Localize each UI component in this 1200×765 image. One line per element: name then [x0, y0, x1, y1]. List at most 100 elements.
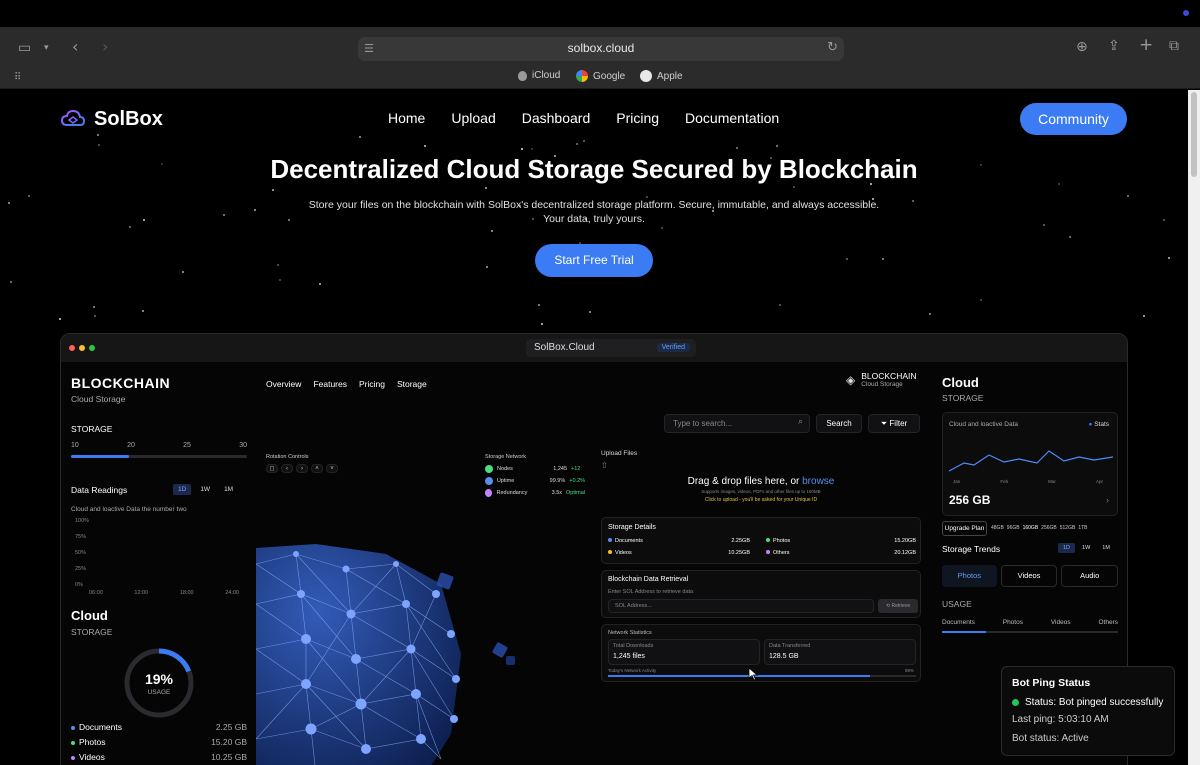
- search-button[interactable]: Search: [816, 414, 862, 433]
- rotate-right-button[interactable]: ›: [296, 464, 308, 473]
- new-tab-icon[interactable]: +: [1139, 37, 1153, 54]
- transferred-value: 128.5 GB: [769, 653, 799, 660]
- tab-pricing[interactable]: Pricing: [359, 379, 385, 389]
- favorite-google[interactable]: Google: [576, 70, 625, 82]
- range-1m[interactable]: 1M: [219, 484, 238, 495]
- plan-option[interactable]: 48GB: [991, 525, 1004, 531]
- usage-tab-documents[interactable]: Documents: [942, 619, 975, 626]
- filter-button[interactable]: ⏷ Filter: [868, 414, 920, 433]
- plan-option[interactable]: 256GB: [1041, 525, 1057, 531]
- storage-slider[interactable]: [71, 455, 247, 458]
- sol-address-input[interactable]: SOL Address...: [608, 599, 874, 613]
- zoom-dot[interactable]: [89, 345, 95, 351]
- readings-caption: Cloud and loactive Data the number two: [71, 506, 187, 513]
- range-1w[interactable]: 1W: [1077, 543, 1095, 553]
- usage-tab-photos[interactable]: Photos: [1003, 619, 1023, 626]
- tick-label: 25: [183, 442, 191, 449]
- drop-zone[interactable]: Drag & drop files here, or browse Suppor…: [601, 472, 921, 518]
- detail-name: Others: [773, 550, 790, 556]
- address-bar[interactable]: ☰ solbox.cloud ↻: [358, 37, 844, 61]
- range-1d[interactable]: 1D: [1058, 543, 1076, 553]
- month-tick: Mar: [1048, 479, 1056, 484]
- cloud-data-card[interactable]: Cloud and loactive Data ● Stats Jan Feb …: [942, 412, 1118, 516]
- center-brand: ◈ BLOCKCHAIN Cloud Storage: [846, 371, 917, 388]
- star: [93, 306, 95, 308]
- tab-overview[interactable]: Overview: [266, 379, 301, 389]
- activity-bar: [608, 675, 916, 677]
- favorite-icloud[interactable]: iCloud: [518, 70, 560, 81]
- file-name: Documents: [79, 722, 122, 732]
- filter-label: Filter: [889, 419, 908, 428]
- forward-icon[interactable]: ›: [102, 39, 108, 55]
- download-icon[interactable]: ⊕: [1076, 39, 1088, 55]
- storage-ticks: 10 20 25 30: [71, 442, 247, 449]
- trend-sparkline: [949, 450, 1113, 472]
- search-icon: ⌕: [797, 417, 803, 427]
- browse-link[interactable]: browse: [802, 476, 834, 487]
- usage-tab-others[interactable]: Others: [1098, 619, 1118, 626]
- bot-ping-toast: Bot Ping Status Status: Bot pinged succe…: [1001, 666, 1175, 756]
- star: [28, 195, 30, 197]
- list-item: Videos 10.25 GB: [71, 752, 247, 765]
- network-row: Nodes 1,245 +12: [485, 463, 585, 475]
- star: [8, 202, 10, 204]
- network-delta: Optimal: [566, 490, 585, 496]
- network-delta: +12: [571, 466, 581, 472]
- retrieve-button[interactable]: ⟲ Retrieve: [878, 599, 918, 613]
- rotate-left-button[interactable]: ‹: [281, 464, 293, 473]
- nav-dashboard[interactable]: Dashboard: [522, 110, 591, 126]
- sidebar-toggle-icon[interactable]: ▭: [18, 40, 31, 56]
- reset-rotation-button[interactable]: ◻: [266, 464, 278, 473]
- rotate-down-button[interactable]: ˅: [326, 464, 338, 473]
- file-name: Photos: [79, 737, 106, 747]
- close-dot[interactable]: [69, 345, 75, 351]
- plan-option[interactable]: 160GB: [1023, 525, 1039, 531]
- minimize-dot[interactable]: [79, 345, 85, 351]
- tab-storage[interactable]: Storage: [397, 379, 427, 389]
- usage-label: USAGE: [147, 689, 171, 696]
- range-1d[interactable]: 1D: [173, 484, 192, 495]
- plan-option[interactable]: 96GB: [1007, 525, 1020, 531]
- star: [980, 299, 982, 301]
- brand-logo[interactable]: SolBox: [60, 106, 163, 132]
- community-button[interactable]: Community: [1020, 103, 1127, 135]
- plan-option[interactable]: 1TB: [1078, 525, 1087, 531]
- app-title-pill: SolBox.Cloud Verified: [526, 339, 696, 357]
- page-scrollbar[interactable]: [1188, 90, 1200, 765]
- brand-name: SolBox: [94, 107, 163, 130]
- rotate-up-button[interactable]: ˄: [311, 464, 323, 473]
- chevron-right-icon[interactable]: ›: [1106, 495, 1109, 505]
- nav-upload[interactable]: Upload: [451, 110, 495, 126]
- upgrade-plan-button[interactable]: Upgrade Plan: [942, 521, 987, 536]
- range-1w[interactable]: 1W: [195, 484, 215, 495]
- favorite-apple[interactable]: Apple: [640, 70, 683, 82]
- network-globe-graphic[interactable]: [256, 544, 526, 765]
- file-size: 15.20 GB: [211, 737, 247, 747]
- star: [94, 315, 96, 317]
- downloads-label: Total Downloads: [613, 643, 654, 649]
- chevron-down-icon[interactable]: ▾: [44, 40, 49, 56]
- grid-icon[interactable]: ⠿: [14, 70, 21, 86]
- start-free-trial-button[interactable]: Start Free Trial: [535, 244, 653, 277]
- plan-option[interactable]: 512GB: [1060, 525, 1076, 531]
- tab-overview-icon[interactable]: ⧉: [1169, 38, 1179, 54]
- tab-photos[interactable]: Photos: [942, 565, 997, 587]
- detail-row: Videos 10.25GB: [608, 550, 750, 556]
- network-row: Uptime 99.9% +0.2%: [485, 475, 585, 487]
- layers-icon: ◈: [846, 372, 856, 387]
- back-icon[interactable]: ‹: [72, 39, 78, 55]
- share-icon[interactable]: ⇪: [1108, 38, 1120, 54]
- nav-documentation[interactable]: Documentation: [685, 110, 779, 126]
- range-1m[interactable]: 1M: [1097, 543, 1115, 553]
- tab-audio[interactable]: Audio: [1061, 565, 1119, 587]
- nav-pricing[interactable]: Pricing: [616, 110, 659, 126]
- nav-home[interactable]: Home: [388, 110, 425, 126]
- scrollbar-thumb[interactable]: [1191, 92, 1197, 177]
- search-input[interactable]: Type to search... ⌕: [664, 414, 810, 433]
- tab-features[interactable]: Features: [313, 379, 347, 389]
- reload-icon[interactable]: ↻: [827, 40, 838, 56]
- trends-range-tabs: 1D 1W 1M: [1058, 543, 1115, 553]
- tab-videos[interactable]: Videos: [1000, 565, 1058, 587]
- usage-tab-videos[interactable]: Videos: [1051, 619, 1071, 626]
- transferred-stat: Data Transferred 128.5 GB: [764, 639, 916, 665]
